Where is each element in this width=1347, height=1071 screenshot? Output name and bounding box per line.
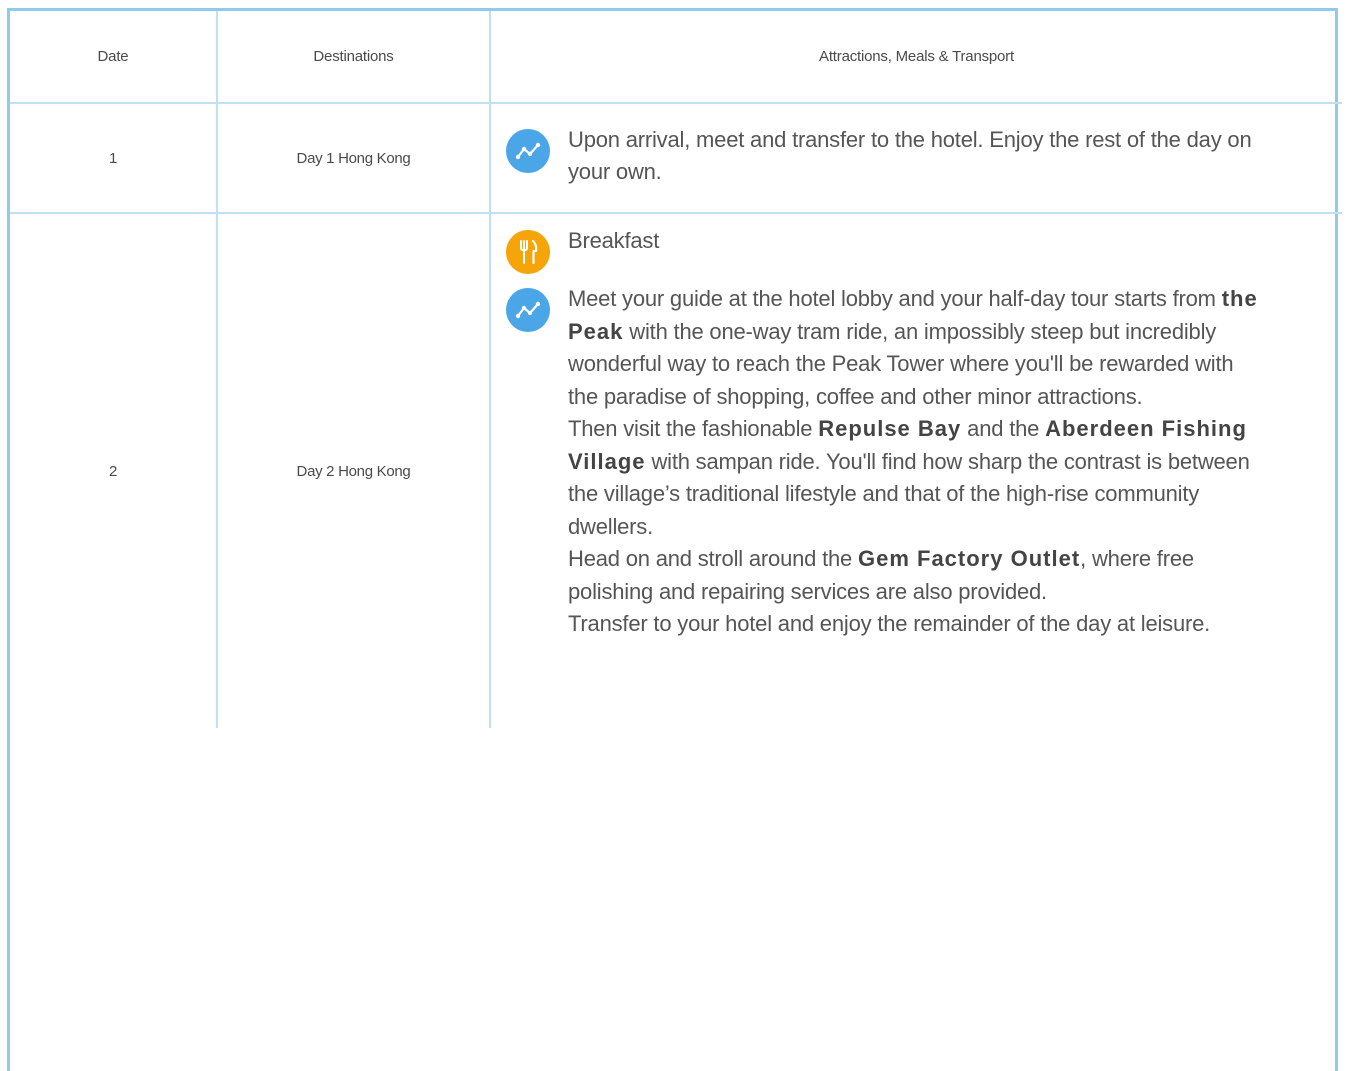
text-segment: with the one-way tram ride, an impossibl…: [568, 318, 1234, 409]
table-header-row: Date Destinations Attractions, Meals & T…: [10, 11, 1342, 104]
highlight-repulse-bay: Repulse Bay: [818, 416, 962, 441]
text-segment: with sampan ride. You'll find how sharp …: [568, 448, 1250, 539]
activity-text: Meet your guide at the hotel lobby and y…: [568, 283, 1258, 641]
header-destinations: Destinations: [217, 11, 491, 104]
activity-item: Meet your guide at the hotel lobby and y…: [491, 283, 1342, 641]
itinerary-table: Date Destinations Attractions, Meals & T…: [10, 11, 1342, 728]
table-row: 1 Day 1 Hong Kong Upon arrival, meet and…: [10, 103, 1342, 214]
text-segment: and the: [961, 416, 1046, 441]
table-row: 2 Day 2 Hong Kong Breakfast Meet your gu…: [10, 213, 1342, 728]
highlight-gem-factory: Gem Factory Outlet: [857, 546, 1081, 571]
activity-item: Breakfast: [491, 225, 1342, 274]
row-date: 2: [10, 213, 218, 728]
row-destination: Day 1 Hong Kong: [217, 103, 491, 214]
activity-text: Breakfast: [568, 228, 660, 253]
header-activities: Attractions, Meals & Transport: [490, 11, 1342, 104]
row-activities: Breakfast Meet your guide at the hotel l…: [490, 213, 1342, 728]
activity-text: Upon arrival, meet and transfer to the h…: [568, 126, 1252, 185]
row-activities: Upon arrival, meet and transfer to the h…: [490, 103, 1342, 214]
text-segment: Then visit the fashionable: [568, 416, 819, 441]
route-icon: [506, 288, 550, 332]
header-date: Date: [10, 11, 218, 104]
text-segment: Transfer to your hotel and enjoy the rem…: [568, 611, 1211, 636]
row-destination: Day 2 Hong Kong: [217, 213, 491, 728]
route-icon: [506, 128, 550, 173]
row-date: 1: [10, 103, 218, 214]
text-segment: Head on and stroll around the: [568, 546, 858, 571]
activity-item: Upon arrival, meet and transfer to the h…: [491, 124, 1342, 189]
meal-icon: [506, 230, 550, 274]
text-segment: Meet your guide at the hotel lobby and y…: [568, 286, 1222, 311]
